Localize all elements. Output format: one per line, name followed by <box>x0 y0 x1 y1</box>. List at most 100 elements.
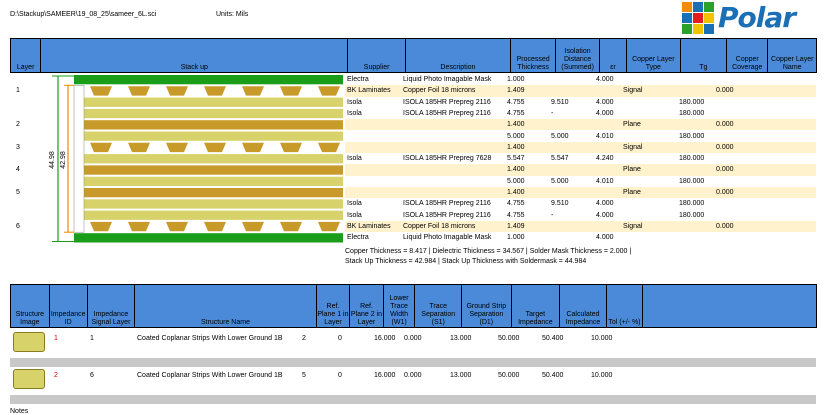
col-isolation[interactable]: Isolation Distance (Summed) <box>555 38 600 73</box>
cell-type: Signal <box>623 87 643 95</box>
col-ref1[interactable]: Ref. Plane 1 in Layer <box>315 284 351 328</box>
cell-description: Liquid Photo Imagable Mask <box>403 234 492 242</box>
col-structure-name[interactable]: Structure Name <box>134 284 317 328</box>
outer-dimension-label: 44.98 <box>49 151 56 169</box>
cell-thickness: 5.000 <box>507 177 525 185</box>
dielectric-layer <box>84 154 343 164</box>
imp-cell-calc: 50.400 <box>542 335 564 342</box>
cell-er: 4.010 <box>596 177 614 185</box>
cell-isolation: 5.547 <box>551 155 569 163</box>
cell-thickness: 1.400 <box>507 143 525 151</box>
cell-isolation: 9.510 <box>551 98 569 106</box>
cell-thickness: 5.000 <box>507 132 525 140</box>
solder-mask-layer <box>74 233 343 243</box>
cell-thickness: 1.000 <box>507 76 525 83</box>
cell-isolation: 5.000 <box>551 177 569 185</box>
cell-er: 4.240 <box>596 155 614 163</box>
imp-cell-ref1: 5 <box>302 372 306 379</box>
col-er[interactable]: εr <box>598 38 628 73</box>
col-ref2[interactable]: Ref. Plane 2 in Layer <box>349 284 384 328</box>
cell-supplier: BK Laminates <box>347 87 391 95</box>
stackup-row[interactable]: 2 1.400 Plane 0.000 <box>16 119 816 131</box>
imp-cell-name: Coated Coplanar Strips With Lower Ground… <box>137 335 283 342</box>
cell-tg: 180.000 <box>679 132 705 140</box>
col-stackup[interactable]: Stack up <box>40 38 349 73</box>
cell-isolation: 9.510 <box>551 200 569 208</box>
imp-cell-w1: 16.000 <box>374 372 396 379</box>
cell-tg: 180.000 <box>679 177 705 185</box>
col-coverage[interactable]: Copper Coverage <box>726 38 769 73</box>
stackup-row[interactable]: 4 1.400 Plane 0.000 <box>16 164 816 176</box>
cell-coverage: 0.000 <box>716 143 734 151</box>
cell-coverage: 0.000 <box>716 87 734 95</box>
cell-type: Plane <box>623 166 641 174</box>
cell-description: Copper Foil 18 microns <box>403 87 476 95</box>
stackup-drawing: 44.98 42.98 <box>49 75 343 243</box>
cell-isolation: 5.000 <box>551 132 569 140</box>
stackup-row[interactable]: 1 BK Laminates Copper Foil 18 microns 1.409… <box>16 85 816 97</box>
col-tol[interactable]: Tol (+/- %) <box>605 284 644 328</box>
imp-cell-ref1: 2 <box>302 335 306 342</box>
cell-thickness: 1.400 <box>507 166 525 174</box>
cell-supplier: Isola <box>347 211 362 219</box>
col-impedance-id[interactable]: Impedance ID <box>48 284 88 328</box>
col-s1[interactable]: Trace Separation (S1) <box>414 284 463 328</box>
inner-dimension-label: 42.98 <box>60 151 67 169</box>
impedance-row[interactable]: 1 1 Coated Coplanar Strips With Lower Grou… <box>10 329 816 352</box>
stackup-row[interactable]: 3 1.400 Signal 0.000 <box>16 141 816 154</box>
imp-cell-target: 50.000 <box>498 372 520 379</box>
stack-edge <box>73 85 85 233</box>
cell-supplier: Electra <box>347 234 369 242</box>
dielectric-layer <box>84 97 343 107</box>
notes-label: Notes <box>10 408 29 415</box>
cell-thickness: 4.755 <box>507 98 525 106</box>
col-structure-image[interactable]: Structure Image <box>10 284 50 328</box>
cell-er: 4.000 <box>596 109 614 117</box>
col-supplier[interactable]: Supplier <box>347 38 406 73</box>
col-signal-layer[interactable]: Impedance Signal Layer <box>86 284 136 328</box>
cell-supplier: BK Laminates <box>347 222 391 230</box>
cell-description: ISOLA 185HR Prepreg 2116 <box>403 109 491 117</box>
col-copper-type[interactable]: Copper Layer Type <box>626 38 681 73</box>
stackup-row[interactable]: 5 1.400 Plane 0.000 <box>16 187 816 199</box>
cell-tg: 180.000 <box>679 109 705 117</box>
cell-er: 4.000 <box>596 234 614 242</box>
dielectric-layer <box>84 131 343 141</box>
impedance-row[interactable]: 2 6 Coated Coplanar Strips With Lower Grou… <box>10 366 816 389</box>
col-w1[interactable]: Lower Trace Width (W1) <box>382 284 416 328</box>
units-label: Units: Mils <box>216 11 249 18</box>
file-path: D:\Stackup\SAMEER\19_08_25\sameer_6L.sci <box>10 11 157 18</box>
col-calc[interactable]: Calculated Impedance <box>559 284 607 328</box>
stackup-header: Layer Stack up Supplier Description Proc… <box>9 38 817 73</box>
stackup-row[interactable]: 6 BK Laminates Copper Foil 18 microns 1.409… <box>16 220 816 233</box>
cell-coverage: 0.000 <box>716 121 734 129</box>
imp-cell-calc: 50.400 <box>542 372 564 379</box>
imp-cell-target: 50.000 <box>498 335 520 342</box>
col-layer-name[interactable]: Copper Layer Name <box>767 38 817 73</box>
cell-er: 4.000 <box>596 200 614 208</box>
imp-cell-ref2: 0 <box>338 335 342 342</box>
col-thickness[interactable]: Processed Thickness <box>509 38 557 73</box>
structure-image <box>13 369 45 389</box>
cell-tg: 180.000 <box>679 211 705 219</box>
cell-thickness: 1.409 <box>507 222 525 230</box>
imp-cell-signal_layer: 1 <box>90 335 94 342</box>
cell-er: 4.000 <box>596 76 614 83</box>
summary-line-2: Stack Up Thickness = 42.984 | Stack Up T… <box>345 258 587 265</box>
solder-mask-layer <box>74 75 343 85</box>
cell-thickness: 4.755 <box>507 200 525 208</box>
col-d1[interactable]: Ground Strip Separation (D1) <box>461 284 512 328</box>
imp-cell-tol: 10.000 <box>591 335 613 342</box>
dielectric-layer <box>84 210 343 220</box>
col-tg[interactable]: Tg <box>679 38 728 73</box>
summary-line-1: Copper Thickness = 8.417 | Dielectric Th… <box>345 248 632 255</box>
cell-er: 4.000 <box>596 211 614 219</box>
col-target[interactable]: Target Impedance <box>510 284 561 328</box>
cell-thickness: 1.000 <box>507 234 525 242</box>
cell-er: 4.000 <box>596 98 614 106</box>
cell-supplier: Isola <box>347 109 362 117</box>
logo-word: Polar <box>718 1 796 34</box>
col-layer[interactable]: Layer <box>9 38 42 73</box>
cell-description: ISOLA 185HR Prepreg 2116 <box>403 200 491 208</box>
col-description[interactable]: Description <box>404 38 511 73</box>
